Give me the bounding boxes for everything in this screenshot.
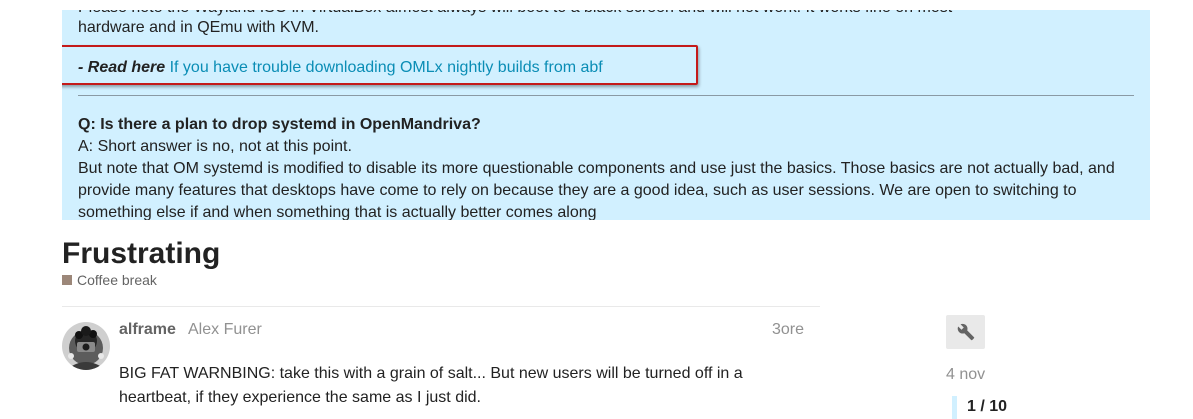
category-color-square	[62, 275, 72, 285]
global-notice-banner: Please note the Wayland ISO in VirtualBo…	[62, 10, 1150, 220]
post-date[interactable]: 3ore	[772, 321, 804, 339]
title-divider	[62, 306, 820, 307]
category-badge[interactable]: Coffee break	[62, 272, 157, 288]
timeline-post-count: 1 / 10	[967, 398, 1008, 415]
faq-question: Q: Is there a plan to drop systemd in Op…	[78, 116, 481, 133]
post-username[interactable]: alframe	[119, 321, 176, 339]
timeline-start-date[interactable]: 4 nov	[946, 366, 985, 384]
topic-title[interactable]: Frustrating	[62, 234, 220, 274]
faq-answer: A: Short answer is no, not at this point…	[78, 138, 352, 155]
read-here-line: - Read here If you have trouble download…	[78, 57, 603, 79]
post-full-name[interactable]: Alex Furer	[188, 321, 262, 339]
avatar-image	[62, 322, 110, 370]
read-here-prefix: - Read here	[78, 59, 166, 76]
wrench-icon	[957, 323, 974, 341]
category-name: Coffee break	[77, 272, 157, 288]
topic-admin-button[interactable]	[946, 315, 985, 349]
avatar[interactable]	[62, 322, 110, 370]
post-body: BIG FAT WARNBING: take this with a grain…	[119, 365, 743, 406]
timeline-scroller-bar[interactable]	[952, 396, 957, 419]
banner-divider	[78, 95, 1134, 96]
faq-paragraph: But note that OM systemd is modified to …	[78, 160, 1115, 220]
banner-text-line: hardware and in QEmu with KVM.	[78, 19, 319, 36]
omlx-nightly-builds-link[interactable]: If you have trouble downloading OMLx nig…	[170, 59, 603, 76]
